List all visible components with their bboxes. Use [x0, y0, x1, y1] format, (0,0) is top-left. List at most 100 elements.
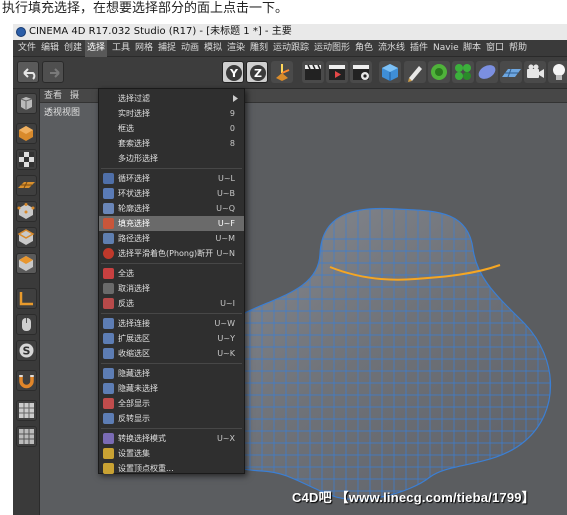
points-mode-button[interactable] — [16, 201, 37, 222]
menu-item-label: 选择过滤 — [118, 94, 150, 103]
axis-z-lock-button[interactable]: Z — [246, 61, 268, 83]
snap-button[interactable]: S — [16, 340, 37, 361]
workplane-icon — [18, 181, 35, 189]
caption-text: 执行填充选择，在想要选择部分的面上点击一下。 — [2, 1, 289, 16]
window-title: CINEMA 4D R17.032 Studio (R17) - [未标题 1 … — [29, 26, 292, 37]
make-editable-button[interactable] — [16, 93, 37, 114]
menu-item-set-vertex-weight[interactable]: 设置顶点权重... — [99, 461, 244, 476]
menu-snap[interactable]: 捕捉 — [156, 40, 178, 57]
menu-item-unhide-all[interactable]: 全部显示 — [99, 396, 244, 411]
redo-button[interactable] — [42, 61, 64, 83]
menu-item-hide-selected[interactable]: 隐藏选择 — [99, 366, 244, 381]
menu-item-path-selection[interactable]: 路径选择 U~M — [99, 231, 244, 246]
pen-tool-button[interactable] — [404, 61, 426, 83]
camera-icon — [527, 64, 544, 78]
light-button[interactable] — [548, 61, 567, 83]
menu-tools[interactable]: 工具 — [110, 40, 132, 57]
menu-item-select-all[interactable]: 全选 — [99, 266, 244, 281]
menu-item-deselect-all[interactable]: 取消选择 — [99, 281, 244, 296]
menu-pipeline[interactable]: 流水线 — [376, 40, 407, 57]
menu-item-live-selection[interactable]: 实时选择 9 — [99, 106, 244, 121]
floor-icon — [502, 68, 521, 78]
menu-window[interactable]: 窗口 — [484, 40, 506, 57]
menu-file[interactable]: 文件 — [16, 40, 38, 57]
menu-item-ring-selection[interactable]: 环状选择 U~B — [99, 186, 244, 201]
svg-text:S: S — [23, 345, 31, 358]
model-mode-button[interactable] — [16, 123, 37, 144]
menu-item-loop-selection[interactable]: 循环选择 U~L — [99, 171, 244, 186]
menu-item-lasso-selection[interactable]: 套索选择 8 — [99, 136, 244, 151]
menu-plugins[interactable]: 插件 — [408, 40, 430, 57]
menu-item-hide-unselected[interactable]: 隐藏未选择 — [99, 381, 244, 396]
pen-icon — [408, 66, 422, 82]
camera-button[interactable] — [524, 61, 546, 83]
menu-item-fill-selection[interactable]: 填充选择 U~F — [99, 216, 244, 231]
render-view-button[interactable] — [302, 61, 324, 83]
render-settings-button[interactable] — [350, 61, 372, 83]
menu-item-convert-selection[interactable]: 转换选择模式 U~X — [99, 431, 244, 446]
menu-item-shortcut: U~I — [220, 299, 235, 308]
cube-object-button[interactable] — [379, 61, 401, 83]
menu-item-selection-filter[interactable]: 选择过滤 — [99, 91, 244, 106]
menu-render[interactable]: 渲染 — [225, 40, 247, 57]
menu-item-label: 设置顶点权重... — [118, 464, 174, 473]
subdivision-icon — [431, 64, 447, 80]
menu-sculpt[interactable]: 雕刻 — [248, 40, 270, 57]
lock-workplane-button[interactable] — [16, 400, 37, 421]
menu-create[interactable]: 创建 — [62, 40, 84, 57]
menu-edit[interactable]: 编辑 — [39, 40, 61, 57]
deselect-icon — [103, 283, 114, 294]
polygons-mode-button[interactable] — [16, 253, 37, 274]
axis-mode-button[interactable] — [16, 288, 37, 309]
render-to-picture-viewer-button[interactable] — [326, 61, 348, 83]
main-toolbar: Y Z — [13, 57, 567, 89]
menu-item-shrink-selection[interactable]: 收缩选区 U~K — [99, 346, 244, 361]
undo-button[interactable] — [17, 61, 39, 83]
edges-mode-button[interactable] — [16, 227, 37, 248]
subdivision-surface-button[interactable] — [428, 61, 450, 83]
menu-animate[interactable]: 动画 — [179, 40, 201, 57]
y-axis-icon: Y — [226, 65, 242, 81]
workplane-grid-button[interactable] — [16, 426, 37, 447]
menu-character[interactable]: 角色 — [353, 40, 375, 57]
menu-help[interactable]: 帮助 — [507, 40, 529, 57]
menu-item-label: 选择连接 — [118, 319, 150, 328]
menu-item-shortcut: U~W — [214, 319, 235, 328]
menu-item-invert-visibility[interactable]: 反转显示 — [99, 411, 244, 426]
menu-item-outline-selection[interactable]: 轮廓选择 U~Q — [99, 201, 244, 216]
world-coordinates-button[interactable] — [271, 61, 293, 83]
tweak-mode-button[interactable] — [16, 314, 37, 335]
menu-item-shortcut: U~Q — [216, 204, 235, 213]
floor-button[interactable] — [500, 61, 522, 83]
menu-item-phong-break-selection[interactable]: 选择平滑着色(Phong)断开 U~N — [99, 246, 244, 261]
select-menu-dropdown: 选择过滤 实时选择 9 框选 0 套索选择 8 多边形选择 循环选择 U~L 环… — [98, 88, 245, 474]
menu-item-grow-selection[interactable]: 扩展选区 U~Y — [99, 331, 244, 346]
workplane-mode-button[interactable] — [16, 175, 37, 196]
menu-item-invert-selection[interactable]: 反选 U~I — [99, 296, 244, 311]
menu-navie[interactable]: Navie — [431, 40, 461, 57]
menu-item-rectangle-selection[interactable]: 框选 0 — [99, 121, 244, 136]
deformer-button[interactable] — [476, 61, 498, 83]
menu-item-shortcut: U~B — [216, 189, 235, 198]
polygons-mode-icon — [19, 256, 33, 271]
menu-motion-tracking[interactable]: 运动跟踪 — [271, 40, 311, 57]
menu-mesh[interactable]: 网格 — [133, 40, 155, 57]
watermark-text: C4D吧 【www.linecg.com/tieba/1799】 — [292, 490, 535, 505]
menu-mograph[interactable]: 运动图形 — [312, 40, 352, 57]
screenshot: 执行填充选择，在想要选择部分的面上点击一下。 CINEMA 4D R17.032… — [0, 0, 567, 515]
menu-script[interactable]: 脚本 — [461, 40, 483, 57]
light-bulb-icon — [553, 64, 565, 80]
menu-item-shortcut: U~K — [217, 349, 235, 358]
menu-item-label: 反选 — [118, 299, 134, 308]
menu-select[interactable]: 选择 — [85, 40, 108, 57]
menu-item-select-connected[interactable]: 选择连接 U~W — [99, 316, 244, 331]
menu-item-polygon-selection[interactable]: 多边形选择 — [99, 151, 244, 166]
array-button[interactable] — [452, 61, 474, 83]
array-icon — [455, 64, 471, 80]
axis-y-lock-button[interactable]: Y — [222, 61, 244, 83]
texture-mode-button[interactable] — [16, 149, 37, 170]
magnet-button[interactable] — [16, 370, 37, 391]
menu-item-label: 实时选择 — [118, 109, 150, 118]
menu-simulate[interactable]: 模拟 — [202, 40, 224, 57]
menu-item-set-selection[interactable]: 设置选集 — [99, 446, 244, 461]
